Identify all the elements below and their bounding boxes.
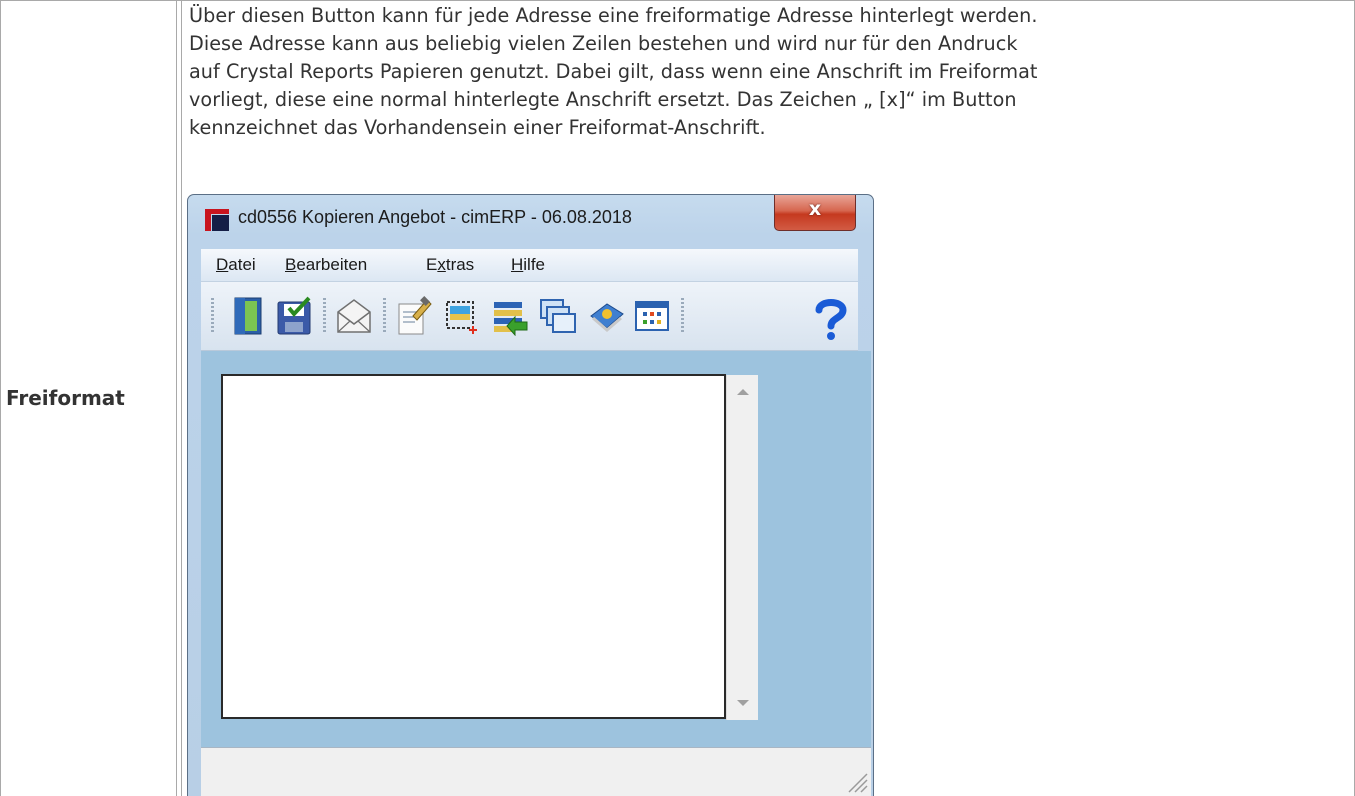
app-logo-icon xyxy=(205,209,229,231)
status-bar xyxy=(201,747,871,796)
scroll-up-icon[interactable] xyxy=(737,389,749,395)
scroll-down-icon[interactable] xyxy=(737,700,749,706)
window-title: cd0556 Kopieren Angebot - cimERP - 06.08… xyxy=(238,207,632,227)
table-column-divider-inner xyxy=(181,0,182,796)
textarea-scrollbar[interactable] xyxy=(726,375,758,720)
table-left-border xyxy=(0,0,1,796)
freiformat-address-textarea[interactable] xyxy=(221,374,726,719)
table-column-divider xyxy=(176,0,177,796)
table-top-border xyxy=(0,0,1355,1)
description-text: Über diesen Button kann für jede Adresse… xyxy=(189,4,1038,139)
close-button[interactable]: x xyxy=(774,195,856,231)
row-label-freiformat: Freiformat xyxy=(6,386,125,410)
close-icon: x xyxy=(808,198,822,220)
resize-grip-icon[interactable] xyxy=(843,768,869,794)
